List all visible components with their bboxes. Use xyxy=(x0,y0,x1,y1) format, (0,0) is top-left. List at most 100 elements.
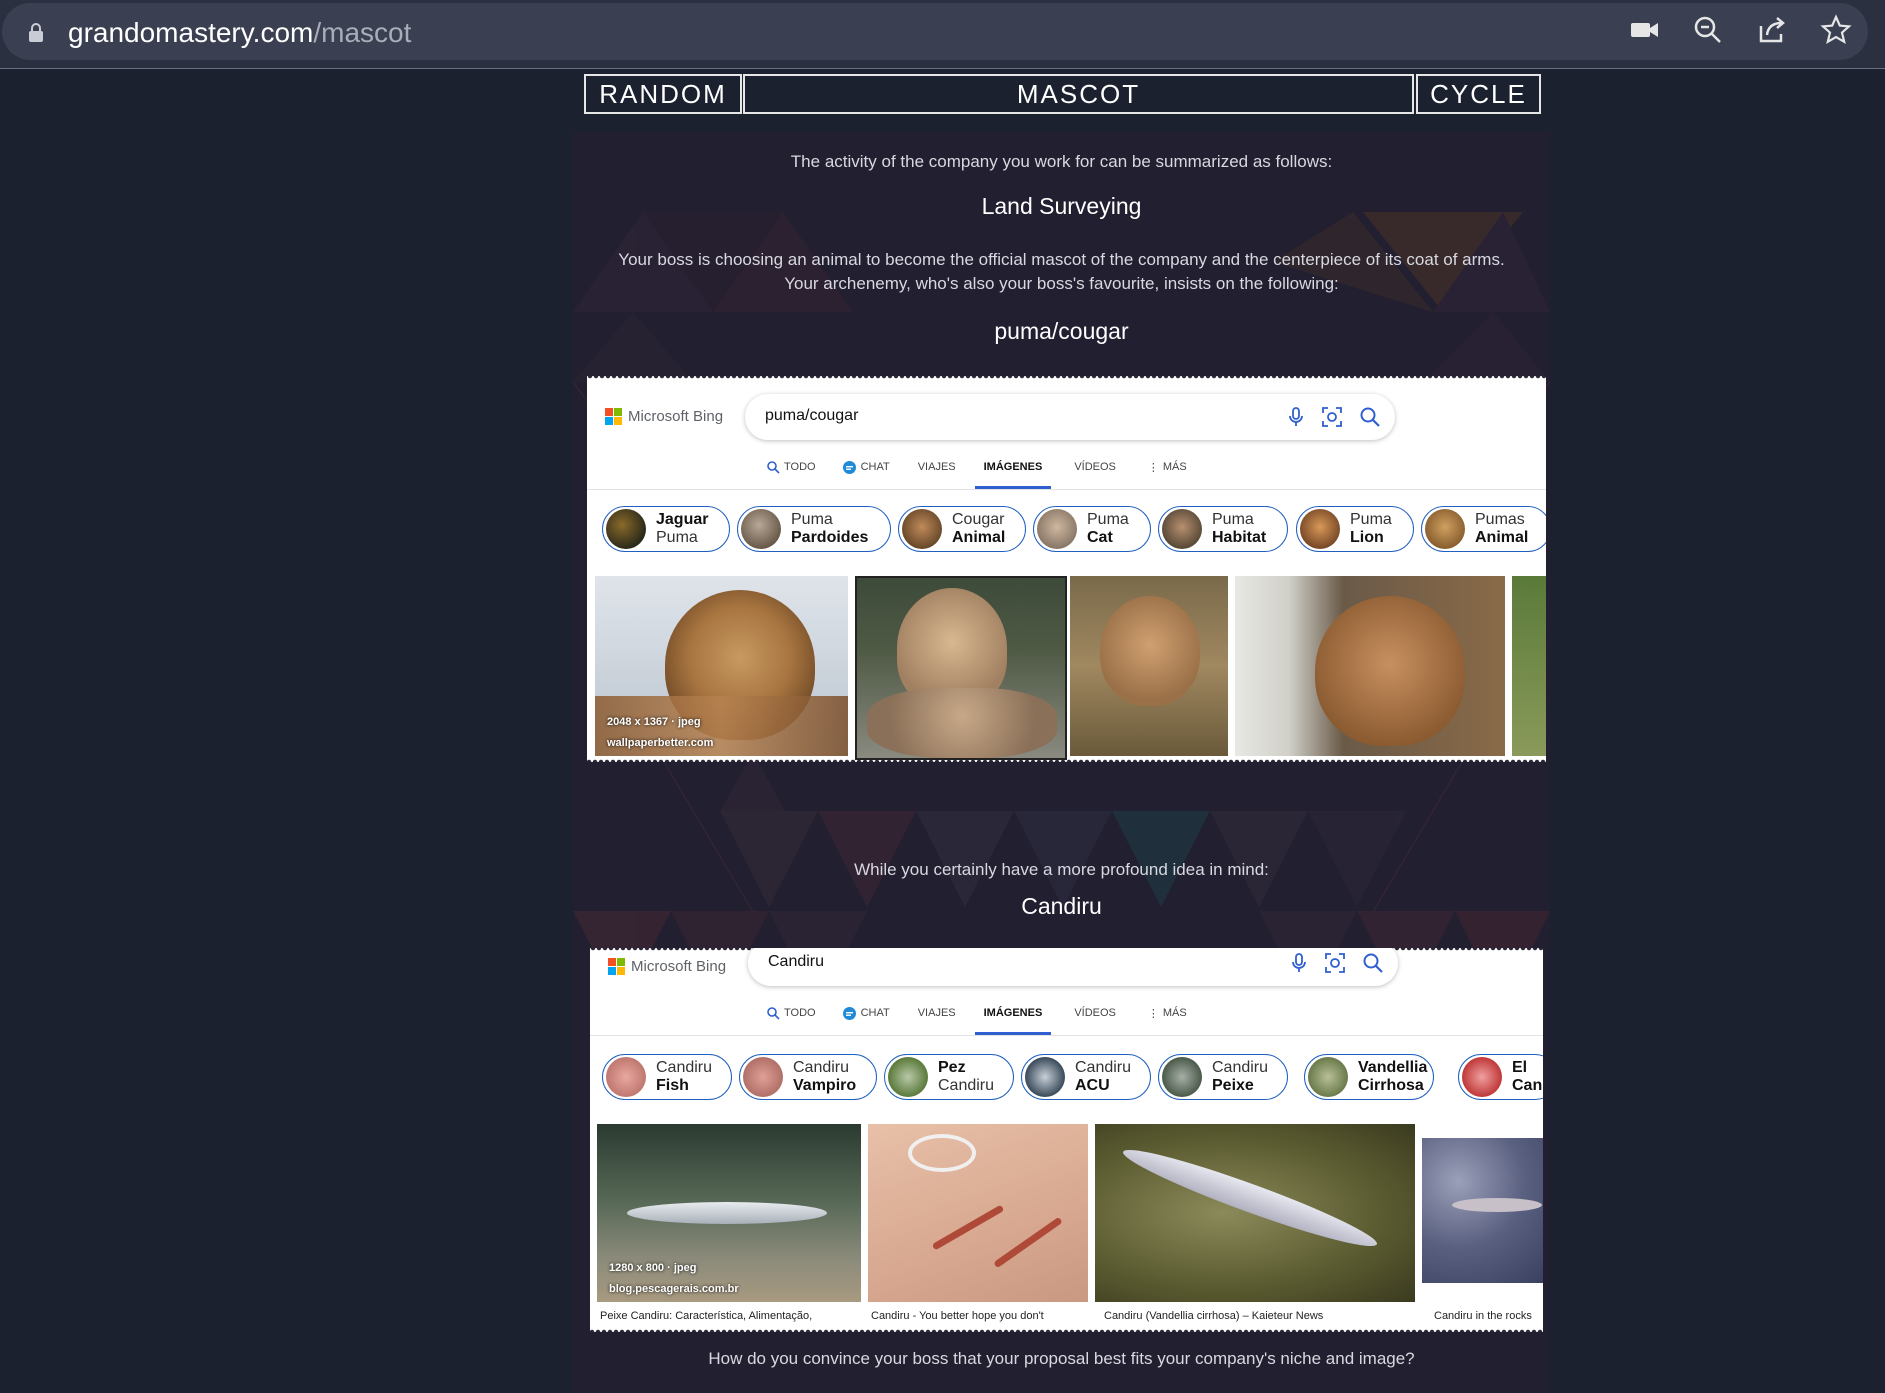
header-cycle[interactable]: CYCLE xyxy=(1416,74,1541,114)
tab-more-label: MÁS xyxy=(1162,461,1187,473)
chip-thumbnail xyxy=(741,509,781,549)
visual-search-icon[interactable] xyxy=(1324,952,1346,974)
tab-travel[interactable]: VIAJES xyxy=(909,455,965,479)
chip-bottom: Lion xyxy=(1350,529,1384,546)
tab-more[interactable]: ⋮ MÁS xyxy=(1139,455,1196,479)
copilot-chat-icon xyxy=(842,1006,856,1020)
image-result[interactable] xyxy=(1422,1138,1543,1283)
tab-videos[interactable]: VÍDEOS xyxy=(1065,455,1125,479)
search-icon[interactable] xyxy=(1359,406,1381,428)
chip-bottom: Puma xyxy=(656,529,698,546)
search-icon[interactable] xyxy=(1362,952,1384,974)
image-meta: 2048 x 1367 · jpeg xyxy=(607,716,701,728)
chip-bottom: Can xyxy=(1512,1077,1543,1094)
chip-related-search[interactable]: Puma Pardoides xyxy=(737,506,891,552)
visual-search-icon[interactable] xyxy=(1321,406,1343,428)
bing-search-box[interactable]: Candiru xyxy=(748,948,1398,986)
your-choice: Candiru xyxy=(1021,893,1102,919)
bing-screenshot-puma: Microsoft Bing puma/cougar TODO CHAT VIA… xyxy=(587,376,1546,762)
tab-all[interactable]: TODO xyxy=(757,455,825,479)
bing-search-box[interactable]: puma/cougar xyxy=(745,394,1395,440)
image-result[interactable]: 2048 x 1367 · jpeg wallpaperbetter.com xyxy=(595,576,848,756)
chip-thumbnail xyxy=(1425,509,1465,549)
tab-all[interactable]: TODO xyxy=(757,1001,825,1025)
tab-videos[interactable]: VÍDEOS xyxy=(1065,1001,1125,1025)
image-result[interactable] xyxy=(1095,1124,1415,1302)
chip-related-search[interactable]: Candiru Vampiro xyxy=(739,1054,877,1100)
bookmark-star-icon[interactable] xyxy=(1820,14,1852,46)
boss-text-line1: Your boss is choosing an animal to becom… xyxy=(618,250,1505,269)
image-source[interactable]: blog.pescagerais.com.br xyxy=(609,1283,739,1295)
url-domain: grandomastery.com xyxy=(68,17,314,48)
tab-images[interactable]: IMÁGENES xyxy=(974,455,1052,489)
image-source[interactable]: wallpaperbetter.com xyxy=(607,737,713,749)
more-dots-icon: ⋮ xyxy=(1147,461,1159,474)
microsoft-logo-icon xyxy=(608,958,625,975)
chip-related-search[interactable]: Cougar Animal xyxy=(898,506,1026,552)
bing-search-query[interactable]: puma/cougar xyxy=(765,407,858,425)
address-bar[interactable]: grandomastery.com/mascot xyxy=(2,3,1868,60)
chip-top: Cougar xyxy=(952,511,1005,528)
url-path: /mascot xyxy=(313,17,412,48)
image-caption[interactable]: Candiru in the rocks xyxy=(1434,1310,1543,1322)
chip-thumbnail xyxy=(743,1057,783,1097)
chip-related-search[interactable]: Candiru Fish xyxy=(602,1054,732,1100)
image-result[interactable] xyxy=(855,576,1067,760)
chip-related-search[interactable]: Candiru Peixe xyxy=(1158,1054,1288,1100)
chip-top: Vandellia xyxy=(1358,1059,1428,1076)
tab-more[interactable]: ⋮ MÁS xyxy=(1139,1001,1196,1025)
tab-videos-label: VÍDEOS xyxy=(1074,1007,1116,1019)
image-meta: 1280 x 800 · jpeg xyxy=(609,1262,697,1274)
microphone-icon[interactable] xyxy=(1288,952,1310,974)
tab-images-label: IMÁGENES xyxy=(983,461,1043,473)
chip-bottom: Candiru xyxy=(938,1077,995,1094)
tab-chat-label: CHAT xyxy=(860,1007,890,1019)
chip-related-search[interactable]: Pumas Animal xyxy=(1421,506,1546,552)
chip-related-search[interactable]: El Can xyxy=(1458,1054,1543,1100)
bing-screenshot-candiru: Microsoft Bing Candiru TODO CHAT VIAJES … xyxy=(590,948,1543,1332)
image-result[interactable] xyxy=(868,1124,1088,1302)
chip-thumbnail xyxy=(902,509,942,549)
browser-toolbar: grandomastery.com/mascot xyxy=(0,0,1885,69)
camera-icon[interactable] xyxy=(1629,14,1661,46)
microsoft-logo-icon xyxy=(605,408,622,425)
search-icon xyxy=(767,461,780,474)
chip-thumbnail xyxy=(1162,1057,1202,1097)
image-result[interactable] xyxy=(1512,576,1546,756)
url-text[interactable]: grandomastery.com/mascot xyxy=(68,17,411,49)
header-mascot: MASCOT xyxy=(743,74,1414,114)
image-result[interactable] xyxy=(1070,576,1228,756)
tab-chat[interactable]: CHAT xyxy=(833,455,899,479)
tab-all-label: TODO xyxy=(784,461,816,473)
chip-related-search[interactable]: Puma Habitat xyxy=(1158,506,1288,552)
image-result[interactable] xyxy=(1235,576,1505,756)
more-dots-icon: ⋮ xyxy=(1147,1007,1159,1020)
chip-top: Candiru xyxy=(793,1059,850,1076)
image-result[interactable]: 1280 x 800 · jpeg blog.pescagerais.com.b… xyxy=(597,1124,861,1302)
tab-chat[interactable]: CHAT xyxy=(833,1001,899,1025)
share-icon[interactable] xyxy=(1756,14,1788,46)
chip-thumbnail xyxy=(606,1057,646,1097)
tab-travel[interactable]: VIAJES xyxy=(909,1001,965,1025)
tab-videos-label: VÍDEOS xyxy=(1074,461,1116,473)
chip-bottom: Cirrhosa xyxy=(1358,1077,1424,1094)
chip-related-search[interactable]: Jaguar Puma xyxy=(602,506,730,552)
chip-related-search[interactable]: Pez Candiru xyxy=(884,1054,1014,1100)
chip-related-search[interactable]: Candiru ACU xyxy=(1021,1054,1151,1100)
boss-text-line2: Your archenemy, who's also your boss's f… xyxy=(784,274,1339,293)
tab-images[interactable]: IMÁGENES xyxy=(974,1001,1052,1035)
bing-search-query[interactable]: Candiru xyxy=(768,953,824,971)
image-caption[interactable]: Candiru - You better hope you don't xyxy=(871,1310,1086,1322)
chip-related-search[interactable]: Puma Cat xyxy=(1033,506,1151,552)
chip-thumbnail xyxy=(1162,509,1202,549)
chip-related-search[interactable]: Puma Lion xyxy=(1296,506,1414,552)
chip-top: El xyxy=(1512,1059,1528,1076)
microphone-icon[interactable] xyxy=(1285,406,1307,428)
image-caption[interactable]: Peixe Candiru: Característica, Alimentaç… xyxy=(600,1310,860,1322)
image-caption[interactable]: Candiru (Vandellia cirrhosa) – Kaieteur … xyxy=(1104,1310,1414,1322)
chip-related-search[interactable]: Vandellia Cirrhosa xyxy=(1304,1054,1434,1100)
chip-thumbnail xyxy=(1037,509,1077,549)
header-random[interactable]: RANDOM xyxy=(584,74,742,114)
bing-tabs: TODO CHAT VIAJES IMÁGENES VÍDEOS ⋮ MÁS xyxy=(757,455,1196,489)
zoom-out-icon[interactable] xyxy=(1692,14,1724,46)
